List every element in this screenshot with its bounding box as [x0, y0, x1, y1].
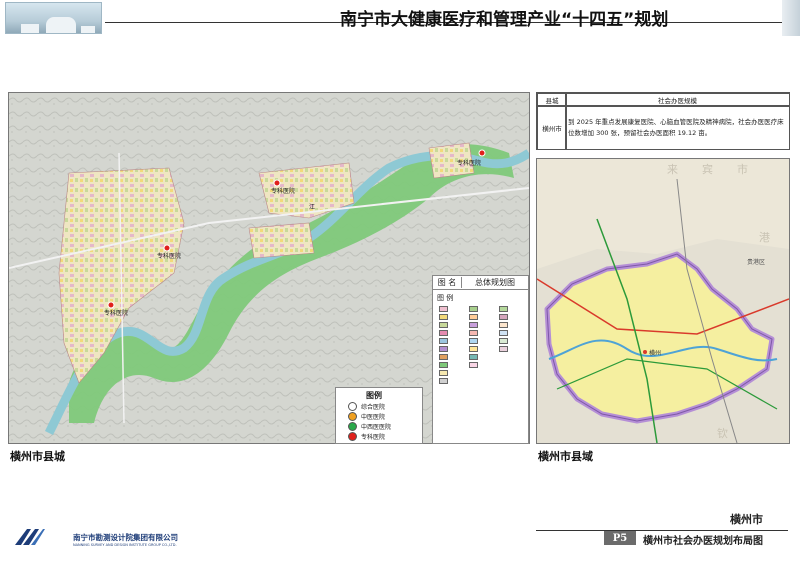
- legend-col-map-name: 总体规划图: [475, 278, 515, 287]
- region-label: 港: [759, 231, 770, 244]
- table-cell-scale: 到 2025 年重点发展康复医院、心脑血管医院及精神病院，社会办医医疗床位数增加…: [565, 105, 790, 150]
- general-hospital-icon: [348, 402, 357, 411]
- legend-swatch: [439, 330, 448, 336]
- legend-item-label: 中西医医院: [361, 424, 392, 431]
- social-medical-table: 县城 社会办医规模 横州市 到 2025 年重点发展康复医院、心脑血管医院及精神…: [536, 92, 790, 150]
- region-label: 贵港区: [747, 258, 765, 266]
- region-label: 市: [737, 162, 748, 176]
- county-region-map-graphic: 来 宾 市 港 钦 贵港区 横州: [537, 159, 789, 443]
- footer-county-name: 横州市: [730, 513, 763, 526]
- overview-legend: 图 名 总体规划图 图 例: [432, 275, 529, 444]
- legend-swatch: [469, 314, 478, 320]
- county-town-caption: 横州市县城: [10, 450, 65, 463]
- legend-swatch: [439, 362, 448, 368]
- legend-swatch: [499, 346, 508, 352]
- integrated-hospital-icon: [348, 422, 357, 431]
- page-number-tag: P5: [604, 531, 636, 545]
- hospital-marker: [273, 179, 281, 187]
- hospital-type-legend: 图例 综合医院 中医医院 中西医医院 专科医院: [335, 387, 423, 444]
- legend-swatch: [499, 330, 508, 336]
- legend-item-label: 综合医院: [361, 404, 386, 411]
- legend-swatch: [439, 306, 448, 312]
- header-edge-decoration: [782, 0, 800, 36]
- county-region-caption: 横州市县域: [538, 450, 593, 463]
- tcm-hospital-icon: [348, 412, 357, 421]
- legend-item: 综合医院: [348, 402, 385, 411]
- hospital-marker: [478, 149, 486, 157]
- town-label: 横州: [649, 349, 661, 357]
- legend-item: 专科医院: [348, 432, 385, 441]
- legend-item: 中医医院: [348, 412, 385, 421]
- company-logo-icon: [15, 529, 45, 545]
- footer-divider: [536, 530, 788, 531]
- legend-item-label: 专科医院: [361, 434, 386, 441]
- region-label: 宾: [702, 162, 713, 176]
- legend-swatch: [439, 338, 448, 344]
- legend-swatch: [439, 378, 448, 384]
- header-building-image: [5, 2, 102, 34]
- legend-swatch: [469, 362, 478, 368]
- specialty-hospital-icon: [348, 432, 357, 441]
- legend-swatch: [469, 354, 478, 360]
- table-cell-county: 横州市: [537, 105, 567, 150]
- legend-swatch: [439, 354, 448, 360]
- legend-swatch: [499, 338, 508, 344]
- legend-swatch: [499, 306, 508, 312]
- hospital-label: 专科医院: [104, 309, 128, 317]
- legend-item: 中西医医院: [348, 422, 391, 431]
- town-marker: [643, 350, 647, 354]
- company-name: 南宁市勘测设计院集团有限公司: [73, 533, 178, 542]
- river-label: 江: [309, 204, 315, 211]
- legend-swatch: [499, 314, 508, 320]
- legend-swatch: [469, 330, 478, 336]
- page-header: 南宁市大健康医疗和管理产业“十四五”规划: [0, 0, 800, 36]
- legend-swatch: [469, 306, 478, 312]
- legend-swatch: [469, 346, 478, 352]
- hospital-label: 专科医院: [457, 159, 481, 167]
- legend-col-title: 图 名: [433, 277, 462, 288]
- county-region-map: 来 宾 市 港 钦 贵港区 横州: [536, 158, 790, 444]
- legend-swatch: [469, 338, 478, 344]
- company-name-english: NANNING SURVEY AND DESIGN INSTITUTE GROU…: [73, 543, 177, 547]
- region-label: 钦: [717, 427, 728, 440]
- legend-section-title: 图 例: [437, 294, 454, 302]
- hospital-marker: [163, 244, 171, 252]
- legend-title: 图例: [366, 391, 382, 400]
- hospital-marker: [107, 301, 115, 309]
- legend-item-label: 中医医院: [361, 414, 386, 421]
- legend-swatch: [439, 346, 448, 352]
- legend-swatch: [439, 370, 448, 376]
- region-label: 来: [667, 163, 678, 176]
- legend-swatch: [439, 322, 448, 328]
- hospital-label: 专科医院: [271, 187, 295, 195]
- legend-swatch: [469, 322, 478, 328]
- footer-page-title: 横州市社会办医规划布局图: [643, 536, 763, 547]
- legend-swatch: [499, 322, 508, 328]
- page-title: 南宁市大健康医疗和管理产业“十四五”规划: [340, 10, 669, 30]
- legend-swatch: [439, 314, 448, 320]
- hospital-label: 专科医院: [157, 252, 181, 260]
